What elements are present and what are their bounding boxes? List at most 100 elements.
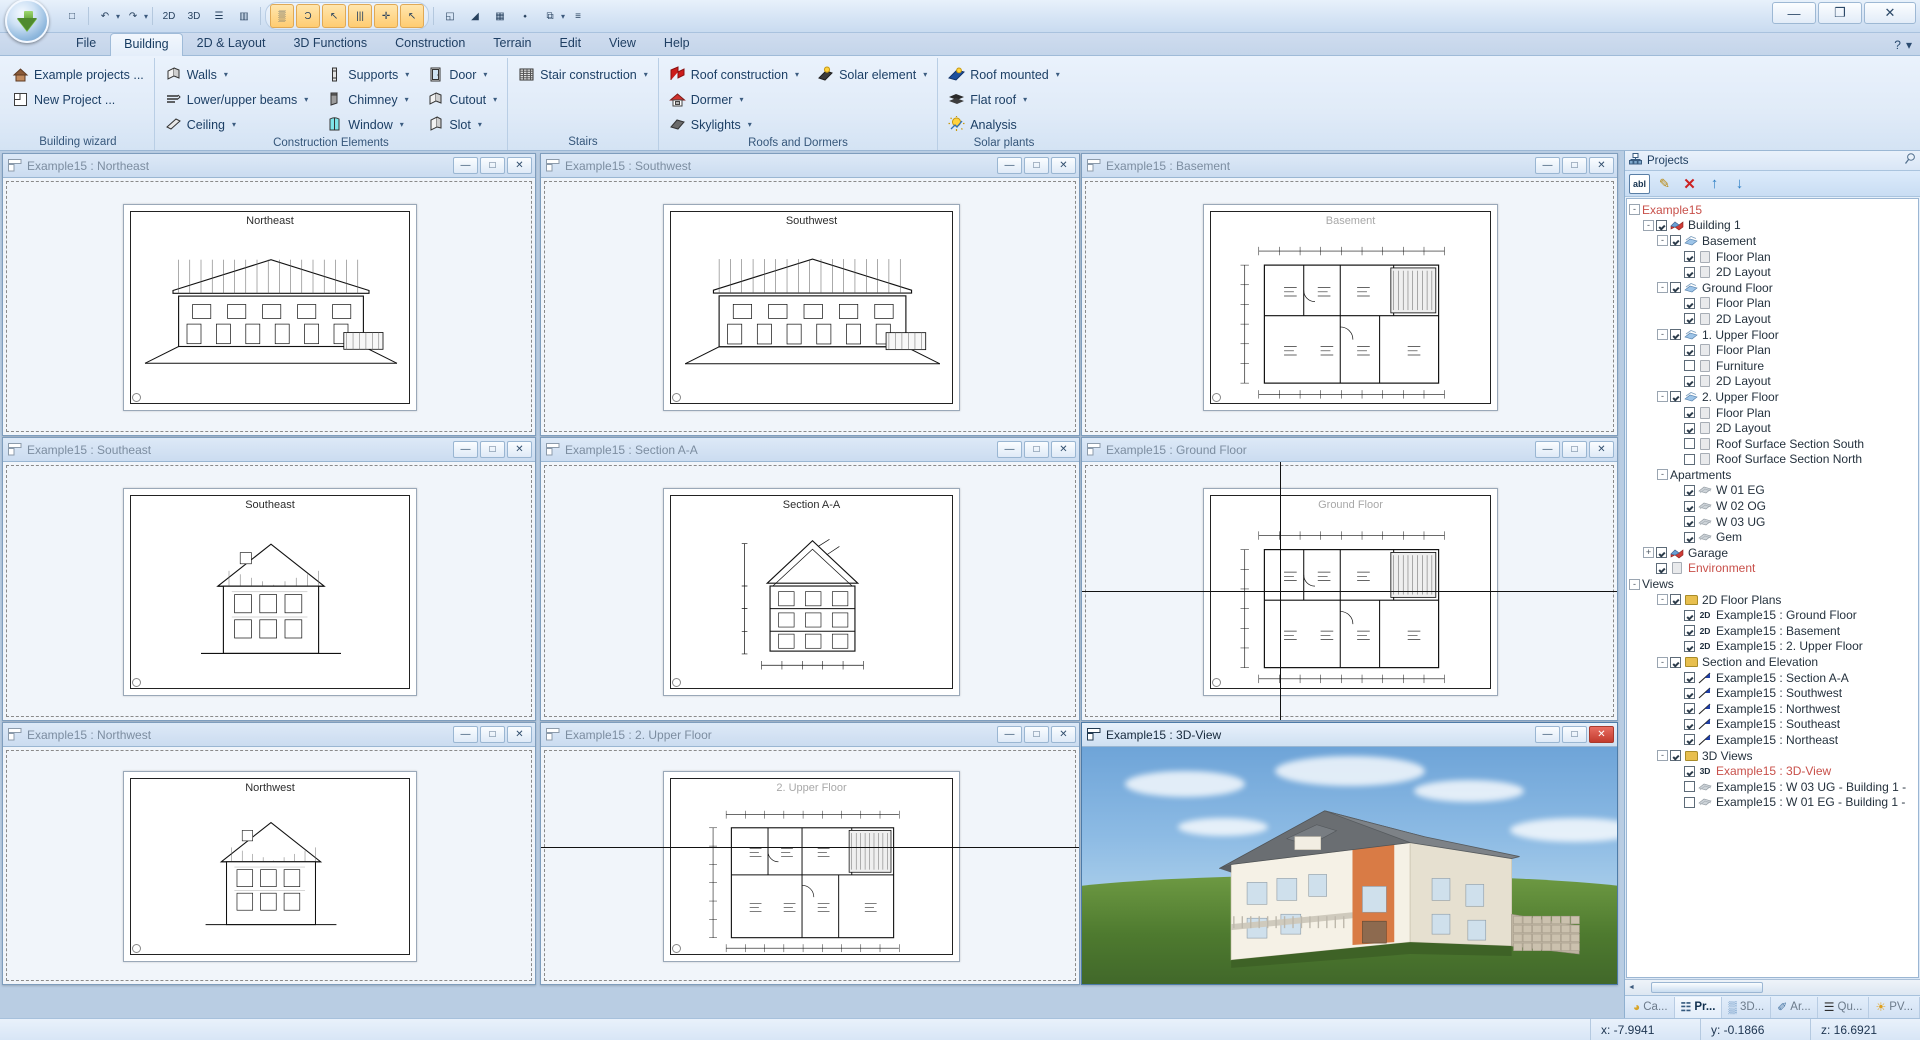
ribbon-button-new-project[interactable]: New Project ... <box>8 88 148 111</box>
qat-copy-tool[interactable]: ⧉ <box>538 4 562 28</box>
ribbon-tab-help[interactable]: Help <box>650 32 704 55</box>
ribbon-button-analysis[interactable]: Analysis <box>944 113 1064 136</box>
ribbon-button-solar-element[interactable]: Solar element▾ <box>813 63 931 86</box>
tree-node[interactable]: -1. Upper Floor <box>1629 327 1918 343</box>
mdi-close-button[interactable]: ✕ <box>507 726 532 743</box>
mdi-window-title-bar[interactable]: Example15 : Northeast—□✕ <box>3 154 535 178</box>
tree-node-checkbox[interactable] <box>1684 734 1695 745</box>
ribbon-button-slot[interactable]: Slot▾ <box>423 113 501 136</box>
tree-node-checkbox[interactable] <box>1684 313 1695 324</box>
mdi-window-title-bar[interactable]: Example15 : Southeast—□✕ <box>3 438 535 462</box>
qat-magnet-snap[interactable]: Ɔ <box>296 4 320 28</box>
tree-node[interactable]: 2D Layout <box>1629 374 1918 390</box>
ribbon-tab-construction[interactable]: Construction <box>381 32 479 55</box>
ribbon-collapse-icon[interactable]: ▾ <box>1906 38 1912 52</box>
tree-node-checkbox[interactable] <box>1684 781 1695 792</box>
chevron-down-icon[interactable]: ▾ <box>405 95 409 104</box>
mdi-window[interactable]: Example15 : Ground Floor—□✕Ground Floor <box>1081 437 1618 721</box>
tree-node-checkbox[interactable] <box>1684 516 1695 527</box>
mdi-minimize-button[interactable]: — <box>1535 441 1560 458</box>
ribbon-button-dormer[interactable]: Dormer▾ <box>665 88 803 111</box>
tree-node-checkbox[interactable] <box>1684 376 1695 387</box>
mdi-restore-button[interactable]: □ <box>1562 441 1587 458</box>
tree-node[interactable]: Example15 : Southwest <box>1629 685 1918 701</box>
collapse-icon[interactable]: - <box>1657 469 1668 480</box>
tree-node[interactable]: Example15 : Northeast <box>1629 732 1918 748</box>
mdi-window[interactable]: Example15 : Southeast—□✕Southeast <box>2 437 536 721</box>
tree-node[interactable]: -Example15 <box>1629 202 1918 218</box>
mdi-window-body[interactable]: 2. Upper Floor <box>541 747 1079 984</box>
qat-select-point[interactable]: ↖ <box>322 4 346 28</box>
collapse-icon[interactable]: - <box>1657 282 1668 293</box>
tree-node[interactable]: 3DExample15 : 3D-View <box>1629 763 1918 779</box>
ribbon-tab-terrain[interactable]: Terrain <box>479 32 545 55</box>
tree-node-checkbox[interactable] <box>1684 267 1695 278</box>
collapse-icon[interactable]: - <box>1657 657 1668 668</box>
collapse-icon[interactable]: - <box>1643 220 1654 231</box>
tree-node[interactable]: Example15 : Southeast <box>1629 717 1918 733</box>
tree-node[interactable]: Example15 : W 01 EG - Building 1 - <box>1629 795 1918 811</box>
tree-node-checkbox[interactable] <box>1670 235 1681 246</box>
qat-redo[interactable]: ↷ <box>121 4 145 28</box>
ribbon-button-chimney[interactable]: Chimney▾ <box>322 88 413 111</box>
tree-node[interactable]: -Views <box>1629 576 1918 592</box>
tree-node[interactable]: +Garage <box>1629 545 1918 561</box>
ribbon-tab-file[interactable]: File <box>62 32 110 55</box>
tree-node[interactable]: -Basement <box>1629 233 1918 249</box>
mdi-window-body[interactable]: Ground Floor <box>1082 462 1617 720</box>
mdi-minimize-button[interactable]: — <box>1535 726 1560 743</box>
minimize-button[interactable]: — <box>1772 2 1816 24</box>
mdi-close-button[interactable]: ✕ <box>507 157 532 174</box>
tree-node-checkbox[interactable] <box>1656 563 1667 574</box>
qat-layers[interactable]: ||| <box>348 4 372 28</box>
mdi-window[interactable]: Example15 : Northwest—□✕Northwest <box>2 722 536 985</box>
project-tree[interactable]: -Example15-Building 1-BasementFloor Plan… <box>1626 198 1919 978</box>
tree-node-checkbox[interactable] <box>1684 610 1695 621</box>
mdi-window-body[interactable]: Southeast <box>3 462 535 720</box>
mdi-minimize-button[interactable]: — <box>453 157 478 174</box>
tree-node[interactable]: Example15 : Section A-A <box>1629 670 1918 686</box>
mdi-window[interactable]: Example15 : Southwest—□✕Southwest <box>540 153 1080 436</box>
qat-hatch-tool[interactable]: ▦ <box>488 4 512 28</box>
qat-split-vertical[interactable]: ▥ <box>232 4 256 28</box>
mdi-window-body[interactable]: Northeast <box>3 178 535 435</box>
qat-wall-tool[interactable]: ◱ <box>438 4 462 28</box>
rename-button[interactable]: abl <box>1629 174 1650 194</box>
ribbon-button-walls[interactable]: Walls▾ <box>161 63 313 86</box>
chevron-down-icon[interactable]: ▾ <box>644 70 648 79</box>
tree-node[interactable]: -Ground Floor <box>1629 280 1918 296</box>
tree-node-checkbox[interactable] <box>1684 345 1695 356</box>
ribbon-tab-building[interactable]: Building <box>110 33 182 56</box>
mdi-window-body[interactable]: Basement <box>1082 178 1617 435</box>
tree-node-checkbox[interactable] <box>1670 657 1681 668</box>
panel-tab-archive[interactable]: ✐Ar... <box>1771 997 1818 1018</box>
tree-node[interactable]: Gem <box>1629 529 1918 545</box>
tree-node[interactable]: Roof Surface Section South <box>1629 436 1918 452</box>
ribbon-button-roof-mounted[interactable]: Roof mounted▾ <box>944 63 1064 86</box>
mdi-restore-button[interactable]: □ <box>1024 726 1049 743</box>
mdi-close-button[interactable]: ✕ <box>1589 726 1614 743</box>
tree-node-checkbox[interactable] <box>1684 797 1695 808</box>
ribbon-button-supports[interactable]: Supports▾ <box>322 63 413 86</box>
tree-node-checkbox[interactable] <box>1684 360 1695 371</box>
ribbon-button-lower-upper-beams[interactable]: Lower/upper beams▾ <box>161 88 313 111</box>
panel-tab-grid3d[interactable]: ▒3D... <box>1722 997 1771 1018</box>
qat-view-3d[interactable]: 3D <box>182 4 206 28</box>
tree-node-checkbox[interactable] <box>1670 329 1681 340</box>
tree-node-checkbox[interactable] <box>1684 532 1695 543</box>
tree-node-checkbox[interactable] <box>1684 423 1695 434</box>
mdi-close-button[interactable]: ✕ <box>1051 441 1076 458</box>
ribbon-button-flat-roof[interactable]: Flat roof▾ <box>944 88 1064 111</box>
tree-node-checkbox[interactable] <box>1656 220 1667 231</box>
chevron-down-icon[interactable]: ▾ <box>232 120 236 129</box>
tree-node[interactable]: -Apartments <box>1629 467 1918 483</box>
qat-overflow-button[interactable]: ≡ <box>566 4 590 28</box>
chevron-down-icon[interactable]: ▾ <box>478 120 482 129</box>
ribbon-tab-edit[interactable]: Edit <box>546 32 596 55</box>
chevron-down-icon[interactable]: ▾ <box>405 70 409 79</box>
qat-split-horizontal[interactable]: ☰ <box>207 4 231 28</box>
mdi-window-body[interactable] <box>1082 747 1617 984</box>
tree-node-checkbox[interactable] <box>1670 282 1681 293</box>
panel-tab-sun[interactable]: ☀PV... <box>1869 997 1920 1018</box>
chevron-down-icon[interactable]: ▾ <box>1023 95 1027 104</box>
